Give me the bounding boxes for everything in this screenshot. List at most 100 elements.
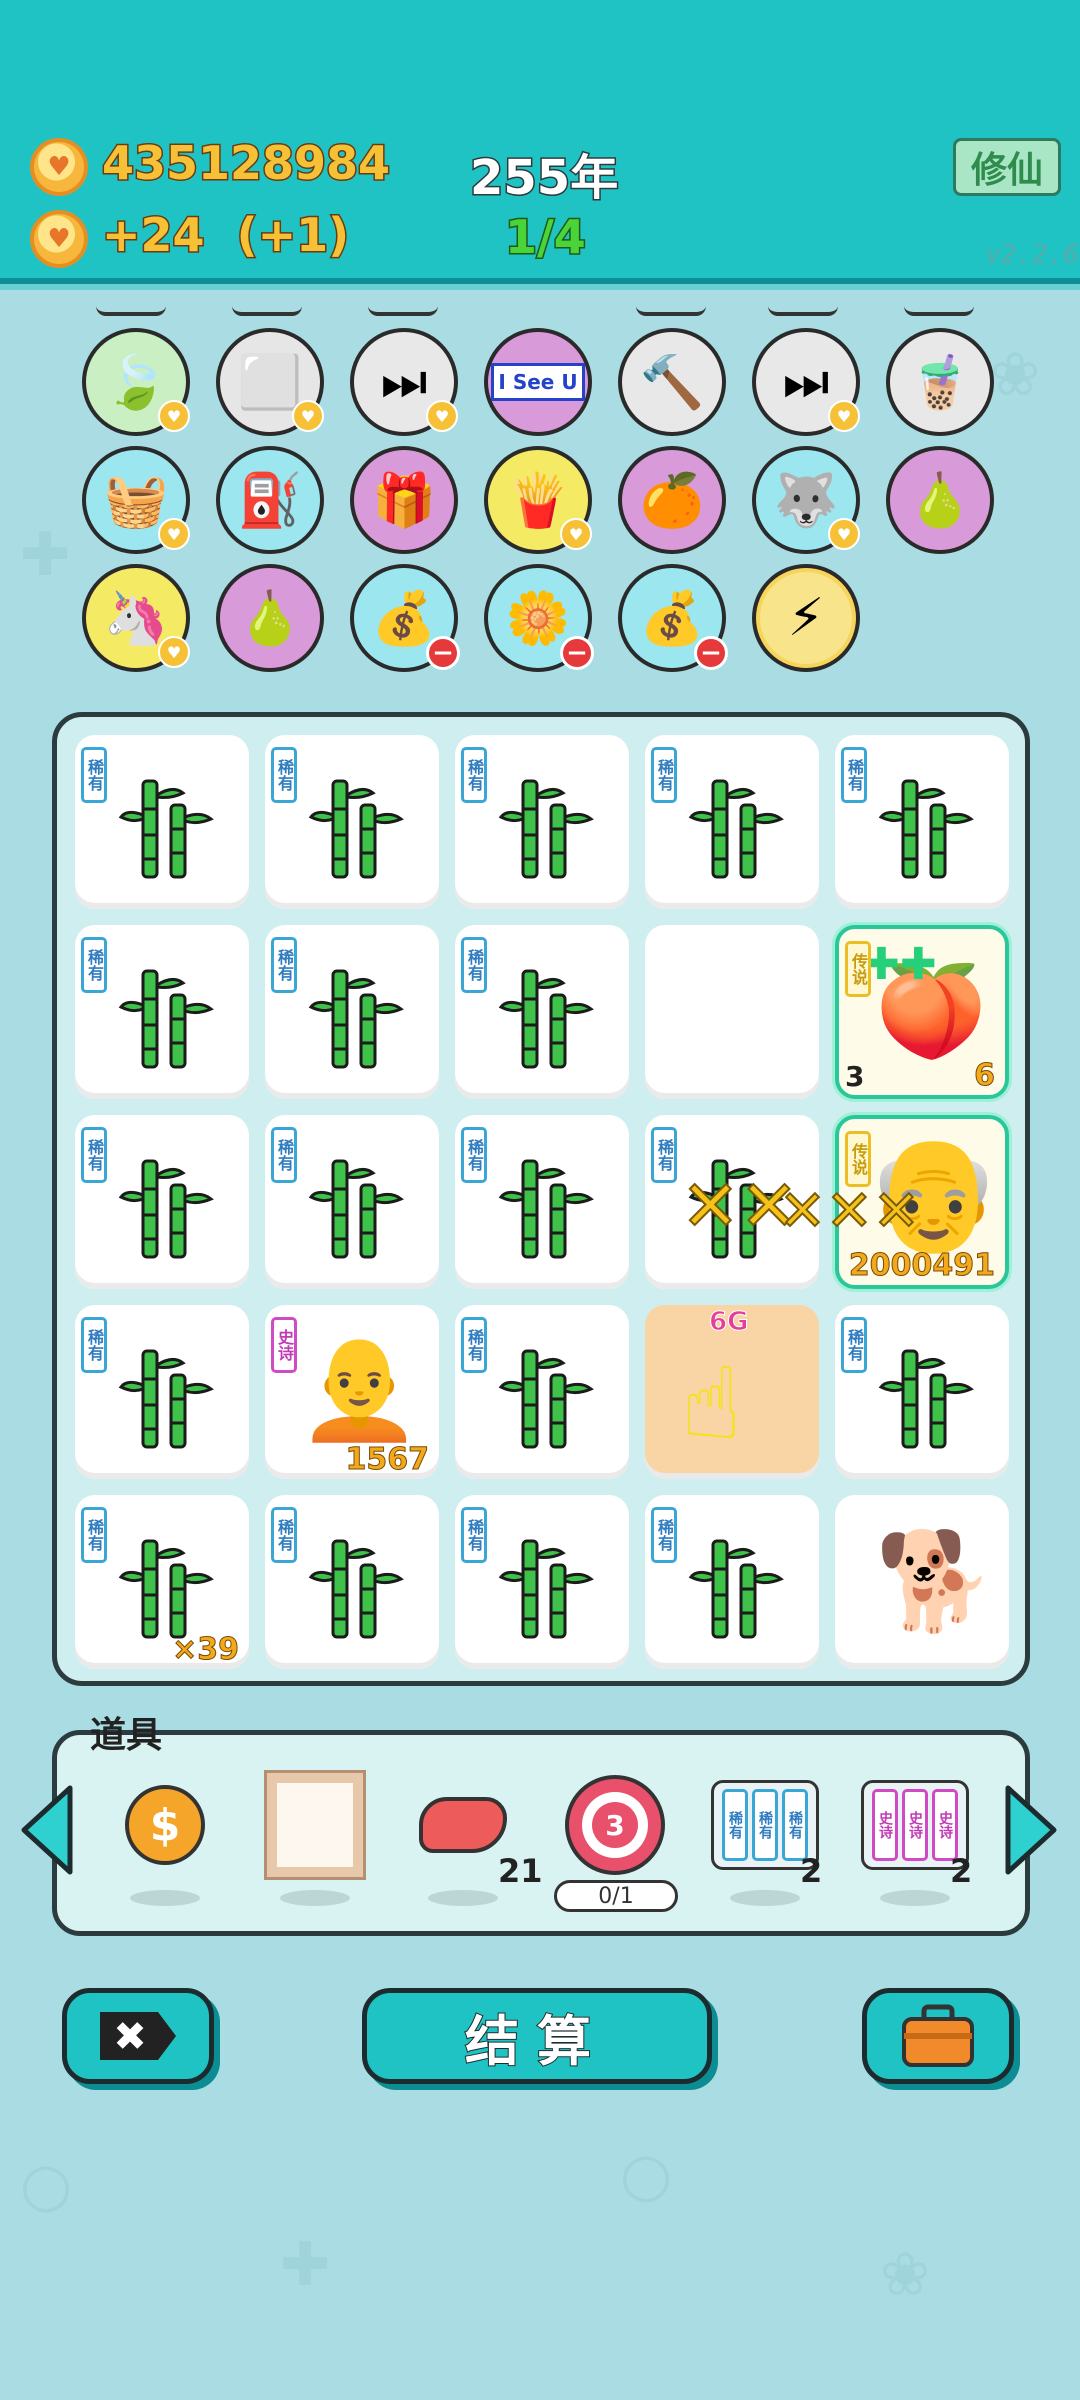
background-pattern: ○ [20, 2150, 73, 2220]
relic-grapefruit[interactable]: 🍐 [886, 446, 994, 554]
tools-next-arrow[interactable] [1004, 1780, 1060, 1880]
top-bar: ♥ 435128984 ♥ +24 (+1) 255年 1/4 修仙 v2.2.… [0, 0, 1080, 290]
board-cell[interactable]: 稀有 [75, 1115, 249, 1289]
relic-hammer[interactable]: 🔨 [618, 328, 726, 436]
cultivate-button[interactable]: 修仙 [953, 138, 1061, 196]
hit-effect-icon: ✕✕✕ [778, 1178, 921, 1245]
board-cell[interactable]: 稀有 [265, 735, 439, 909]
board-cell[interactable]: 稀有 [455, 925, 629, 1099]
pump-icon: ⛽ [237, 470, 303, 531]
income-coin-icon: ♥ [30, 210, 88, 268]
relic-sack-2[interactable]: 💰 − [618, 564, 728, 672]
background-pattern: ○ [620, 2140, 673, 2210]
briefcase-icon [902, 2004, 974, 2067]
board-cell[interactable]: ☝ 6G [645, 1305, 819, 1479]
relic-fruit-basket[interactable]: 🧺 ♥ [82, 446, 190, 554]
tool-shadow [730, 1890, 800, 1906]
board-cell[interactable]: 稀有 [75, 1305, 249, 1479]
bamboo-icon [308, 779, 404, 879]
relic-grapefruit-2[interactable]: 🍐 [216, 564, 324, 672]
relic-row-partial [904, 306, 974, 316]
board-cell[interactable]: 稀有 [265, 1115, 439, 1289]
board-cell[interactable]: 稀有 [835, 1305, 1009, 1479]
frame-tool[interactable] [260, 1770, 370, 1880]
heart-badge-icon: ♥ [828, 518, 860, 550]
relic-unicorn[interactable]: 🦄 ♥ [82, 564, 190, 672]
board-cell[interactable]: 稀有 [75, 925, 249, 1099]
bag-button[interactable] [862, 1988, 1014, 2084]
relic-skip-2[interactable]: ⏭ ♥ [752, 328, 860, 436]
board-cell[interactable]: 🧑‍🦲 史诗 1567 [265, 1305, 439, 1479]
board-cell[interactable]: 👴 ✕✕✕ 传说 2000491 [778, 1115, 1009, 1289]
board-cell[interactable]: 稀有 [645, 1495, 819, 1669]
board-cell[interactable]: 🐕 [835, 1495, 1009, 1669]
rarity-tag: 稀有 [271, 747, 297, 803]
bubble-tea-icon: 🧋 [907, 352, 973, 413]
relic-flower-pot[interactable]: 🌼 − [484, 564, 594, 672]
rarity-tag: 稀有 [461, 1317, 487, 1373]
rarity-tag: 传说 [845, 1131, 871, 1187]
board-cell[interactable]: 稀有 ×39 [75, 1495, 249, 1669]
sack-2-icon: 💰 [639, 588, 705, 649]
relic-pink-box[interactable]: 🎁 [350, 446, 458, 554]
rarity-tag: 稀有 [271, 937, 297, 993]
relic-skip[interactable]: ⏭ ♥ [350, 328, 458, 436]
board-cell[interactable]: 🍑 ✚✚ 传说 3 6 [835, 925, 1009, 1099]
tool-shadow [880, 1890, 950, 1906]
board-cell[interactable]: 稀有 [455, 1115, 629, 1289]
relic-sack[interactable]: 💰 − [350, 564, 460, 672]
grapefruit-icon: 🍐 [907, 470, 973, 531]
board-cell[interactable]: 稀有 [835, 735, 1009, 909]
background-pattern: ✚ [20, 520, 71, 590]
tool-count: 2 [800, 1852, 823, 1890]
heart-badge-icon: ♥ [426, 400, 458, 432]
rarity-tag: 稀有 [461, 1127, 487, 1183]
board-cell[interactable]: 稀有 [75, 735, 249, 909]
relic-eyepatch-fruit[interactable]: 🍊 [618, 446, 726, 554]
skip-button[interactable]: ✖ [62, 1988, 214, 2084]
heart-badge-icon: ♥ [828, 400, 860, 432]
relic-lightning[interactable]: ⚡ [752, 564, 860, 672]
tools-prev-arrow[interactable] [18, 1780, 74, 1880]
background-pattern: ✚ [280, 2230, 331, 2300]
tool-count: 2 [950, 1852, 973, 1890]
rarity-tag: 稀有 [271, 1507, 297, 1563]
coin-tool[interactable]: $ [110, 1770, 220, 1880]
settle-button[interactable]: 结算 [362, 1988, 712, 2084]
chevron-right-icon [1005, 1785, 1057, 1875]
board-cell[interactable] [645, 925, 819, 1099]
relic-sugar-cubes[interactable]: ⬜ ♥ [216, 328, 324, 436]
sugar-cubes-icon: ⬜ [237, 352, 303, 413]
board-cell[interactable]: 稀有 [265, 1495, 439, 1669]
board-cell[interactable]: 稀有 [265, 925, 439, 1099]
board-cell[interactable]: 稀有 [455, 735, 629, 909]
bamboo-icon [118, 969, 214, 1069]
relic-bubble-tea[interactable]: 🧋 [886, 328, 994, 436]
relic-row-partial [96, 306, 166, 316]
glasses-man-icon: 🧑‍🦲 [297, 1329, 422, 1446]
heart-badge-icon: ♥ [292, 400, 324, 432]
board-cell[interactable]: 稀有 [455, 1495, 629, 1669]
cell-value: 6 [974, 1058, 996, 1094]
relic-row-partial [636, 306, 706, 316]
relic-i-see-u[interactable]: I See U [484, 328, 592, 436]
relic-husky[interactable]: 🐺 ♥ [752, 446, 860, 554]
year-counter: 255年 [468, 149, 619, 208]
bamboo-icon [498, 1539, 594, 1639]
bamboo-icon [308, 969, 404, 1069]
target-tool[interactable]: 3 [560, 1770, 670, 1880]
board-cell[interactable]: 稀有 [455, 1305, 629, 1479]
rarity-tag: 稀有 [81, 747, 107, 803]
skip-icon: ⏭ [380, 351, 428, 412]
board-cell[interactable]: 稀有 [645, 735, 819, 909]
relic-pump[interactable]: ⛽ [216, 446, 324, 554]
settle-label: 结算 [464, 2009, 609, 2074]
background-pattern: ❀ [990, 340, 1041, 410]
heart-badge-icon: ♥ [158, 636, 190, 668]
rarity-tag: 稀有 [81, 1127, 107, 1183]
rarity-tag: 稀有 [81, 937, 107, 993]
svg-text:✖: ✖ [113, 2014, 147, 2060]
bamboo-icon [308, 1539, 404, 1639]
relic-leaf[interactable]: 🍃 ♥ [82, 328, 190, 436]
relic-fries[interactable]: 🍟 ♥ [484, 446, 592, 554]
